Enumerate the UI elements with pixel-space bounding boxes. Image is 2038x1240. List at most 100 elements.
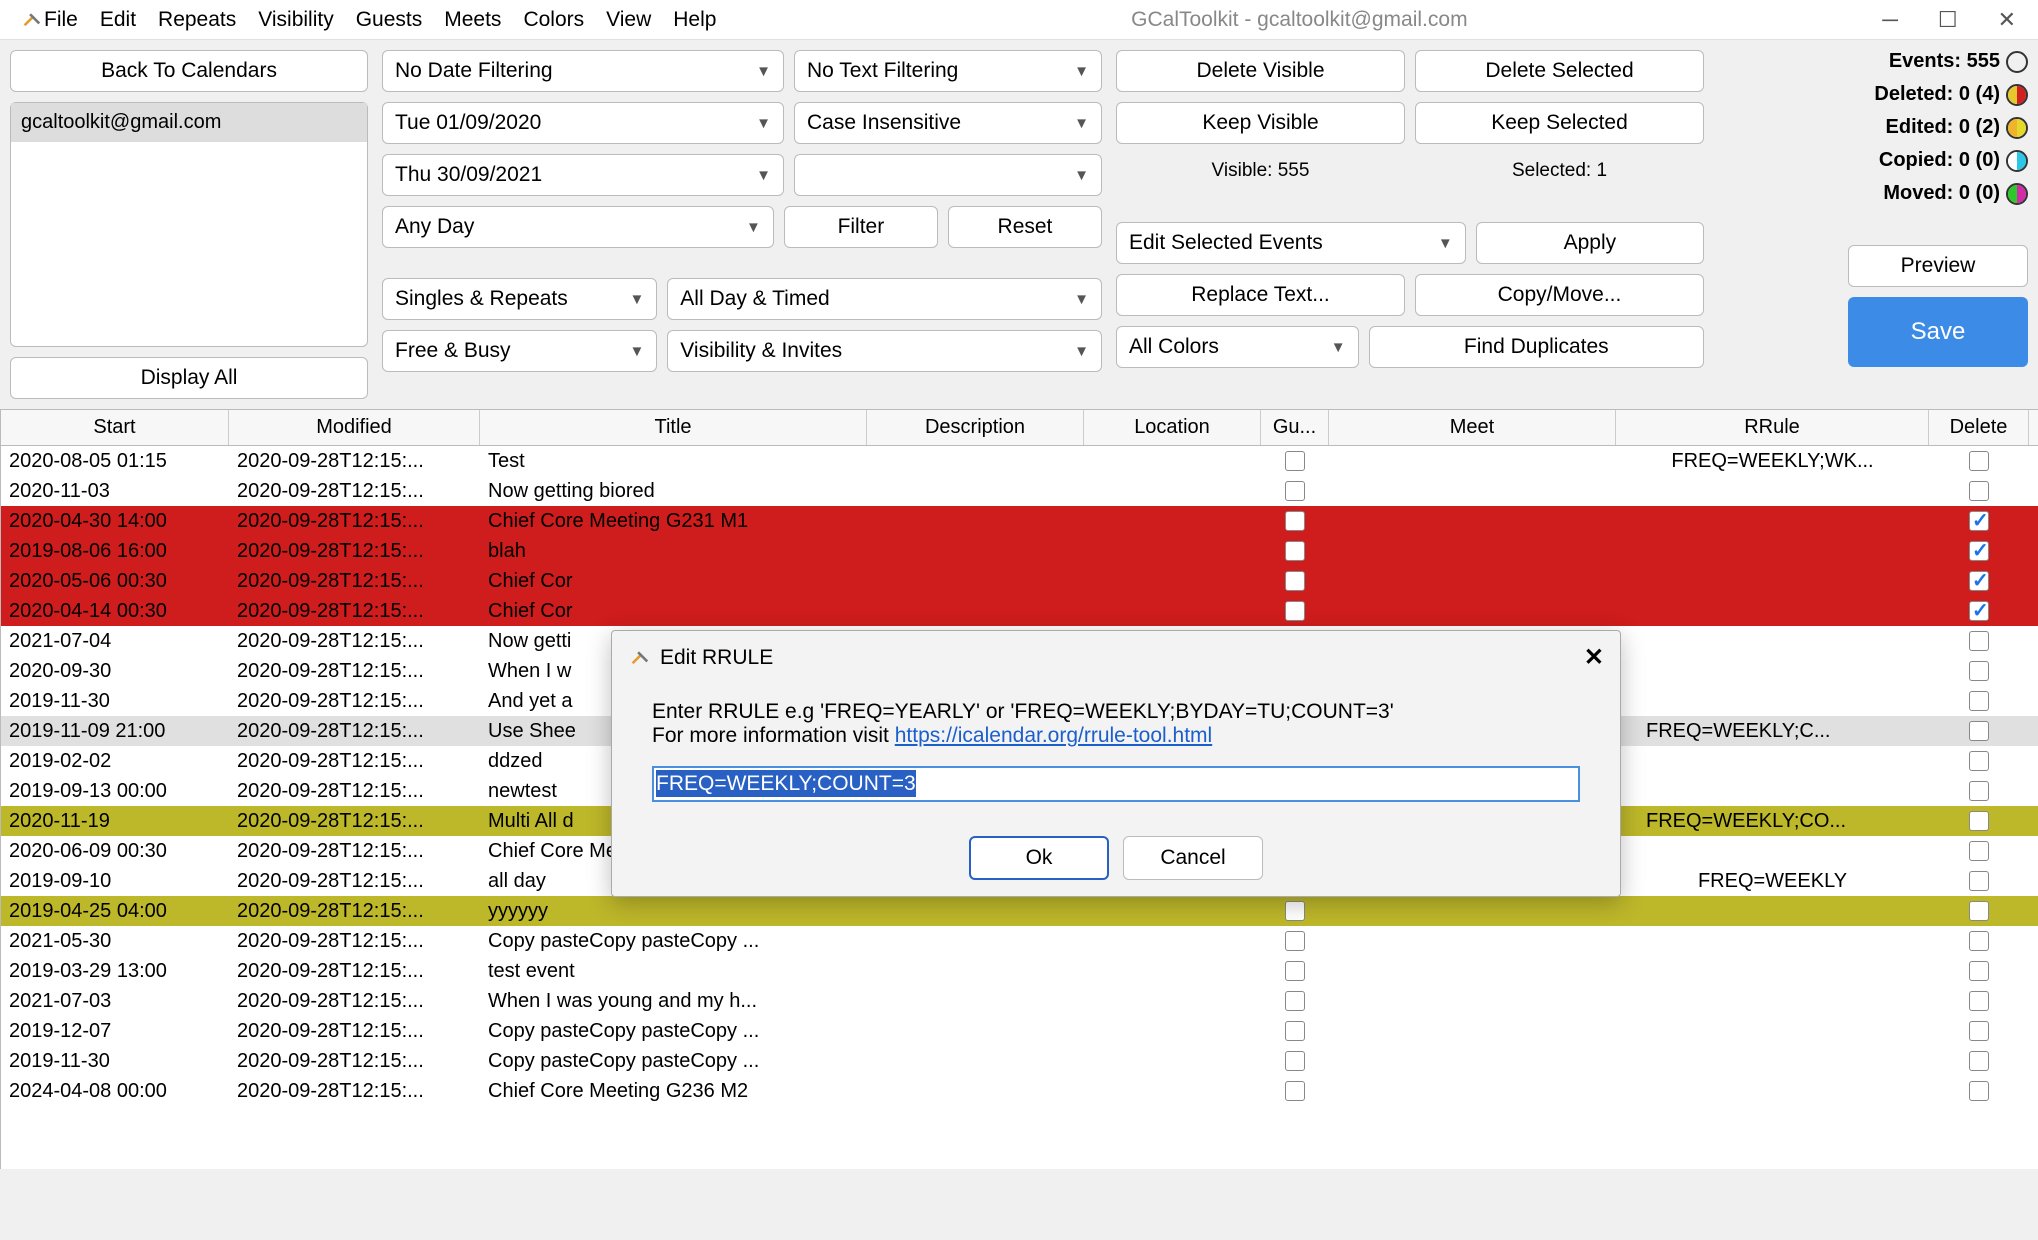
cell-delete[interactable] [1929,988,2029,1015]
menu-edit[interactable]: Edit [100,8,136,32]
delete-visible-button[interactable]: Delete Visible [1116,50,1405,92]
col-meet[interactable]: Meet [1329,410,1616,445]
table-row[interactable]: 2020-04-30 14:002020-09-28T12:15:...Chie… [1,506,2038,536]
col-location[interactable]: Location [1084,410,1261,445]
cell-delete[interactable] [1929,808,2029,835]
cell-delete[interactable] [1929,1018,2029,1045]
cell-guests[interactable] [1261,448,1329,475]
col-title[interactable]: Title [480,410,867,445]
rrule-input[interactable]: FREQ=WEEKLY;COUNT=3 [652,766,1580,802]
cell-guests[interactable] [1261,988,1329,1015]
table-row[interactable]: 2021-07-032020-09-28T12:15:...When I was… [1,986,2038,1016]
table-row[interactable]: 2019-08-06 16:002020-09-28T12:15:...blah [1,536,2038,566]
cell-delete[interactable] [1929,538,2029,565]
keep-visible-button[interactable]: Keep Visible [1116,102,1405,144]
calendar-item[interactable]: gcaltoolkit@gmail.com [11,103,367,142]
cell-guests[interactable] [1261,598,1329,625]
table-row[interactable]: 2019-04-25 04:002020-09-28T12:15:...yyyy… [1,896,2038,926]
cell-delete[interactable] [1929,748,2029,775]
all-colors-select[interactable]: All Colors▼ [1116,326,1359,368]
text-filter-select[interactable]: No Text Filtering▼ [794,50,1102,92]
cell-delete[interactable] [1929,718,2029,745]
cell-guests[interactable] [1261,958,1329,985]
table-row[interactable]: 2020-05-06 00:302020-09-28T12:15:...Chie… [1,566,2038,596]
end-date-select[interactable]: Thu 30/09/2021▼ [382,154,784,196]
cell-delete[interactable] [1929,958,2029,985]
text-value-select[interactable]: ▼ [794,154,1102,196]
cell-guests[interactable] [1261,568,1329,595]
apply-button[interactable]: Apply [1476,222,1704,264]
any-day-select[interactable]: Any Day▼ [382,206,774,248]
cell-delete[interactable] [1929,598,2029,625]
case-select[interactable]: Case Insensitive▼ [794,102,1102,144]
table-row[interactable]: 2020-08-05 01:152020-09-28T12:15:...Test… [1,446,2038,476]
col-description[interactable]: Description [867,410,1084,445]
col-rrule[interactable]: RRule [1616,410,1929,445]
delete-selected-button[interactable]: Delete Selected [1415,50,1704,92]
menu-visibility[interactable]: Visibility [258,8,333,32]
singles-repeats-select[interactable]: Singles & Repeats▼ [382,278,657,320]
find-duplicates-button[interactable]: Find Duplicates [1369,326,1704,368]
col-delete[interactable]: Delete [1929,410,2029,445]
col-guests[interactable]: Gu... [1261,410,1329,445]
visibility-invites-select[interactable]: Visibility & Invites▼ [667,330,1102,372]
menu-guests[interactable]: Guests [356,8,423,32]
cell-delete[interactable] [1929,628,2029,655]
free-busy-select[interactable]: Free & Busy▼ [382,330,657,372]
maximize-button[interactable]: ☐ [1938,7,1958,33]
cell-guests[interactable] [1261,538,1329,565]
preview-button[interactable]: Preview [1848,245,2028,287]
menu-colors[interactable]: Colors [523,8,584,32]
cell-delete[interactable] [1929,898,2029,925]
dialog-ok-button[interactable]: Ok [969,836,1109,880]
cell-guests[interactable] [1261,928,1329,955]
menu-help[interactable]: Help [673,8,716,32]
allday-timed-select[interactable]: All Day & Timed▼ [667,278,1102,320]
cell-delete[interactable] [1929,778,2029,805]
cell-delete[interactable] [1929,568,2029,595]
cell-delete[interactable] [1929,868,2029,895]
back-to-calendars-button[interactable]: Back To Calendars [10,50,368,92]
cell-delete[interactable] [1929,1048,2029,1075]
menu-file[interactable]: File [44,8,78,32]
cell-guests[interactable] [1261,1078,1329,1105]
date-filter-select[interactable]: No Date Filtering▼ [382,50,784,92]
table-row[interactable]: 2020-04-14 00:302020-09-28T12:15:...Chie… [1,596,2038,626]
cell-delete[interactable] [1929,448,2029,475]
cell-guests[interactable] [1261,1048,1329,1075]
replace-text-button[interactable]: Replace Text... [1116,274,1405,316]
cell-guests[interactable] [1261,478,1329,505]
cell-guests[interactable] [1261,898,1329,925]
col-modified[interactable]: Modified [229,410,480,445]
table-row[interactable]: 2020-11-032020-09-28T12:15:...Now gettin… [1,476,2038,506]
rrule-help-link[interactable]: https://icalendar.org/rrule-tool.html [895,724,1212,747]
copy-move-button[interactable]: Copy/Move... [1415,274,1704,316]
close-button[interactable]: ✕ [1998,7,2016,33]
table-row[interactable]: 2021-05-302020-09-28T12:15:...Copy paste… [1,926,2038,956]
dialog-close-button[interactable]: ✕ [1584,643,1604,672]
filter-button[interactable]: Filter [784,206,938,248]
calendar-list[interactable]: gcaltoolkit@gmail.com [10,102,368,347]
cell-guests[interactable] [1261,508,1329,535]
table-row[interactable]: 2019-03-29 13:002020-09-28T12:15:...test… [1,956,2038,986]
cell-delete[interactable] [1929,508,2029,535]
reset-button[interactable]: Reset [948,206,1102,248]
cell-delete[interactable] [1929,1078,2029,1105]
menu-view[interactable]: View [606,8,651,32]
cell-delete[interactable] [1929,658,2029,685]
cell-delete[interactable] [1929,688,2029,715]
table-row[interactable]: 2024-04-08 00:002020-09-28T12:15:...Chie… [1,1076,2038,1106]
table-row[interactable]: 2019-12-072020-09-28T12:15:...Copy paste… [1,1016,2038,1046]
menu-repeats[interactable]: Repeats [158,8,236,32]
table-row[interactable]: 2019-11-302020-09-28T12:15:...Copy paste… [1,1046,2038,1076]
cell-guests[interactable] [1261,1018,1329,1045]
save-button[interactable]: Save [1848,297,2028,367]
menu-meets[interactable]: Meets [444,8,501,32]
col-start[interactable]: Start [1,410,229,445]
display-all-button[interactable]: Display All [10,357,368,399]
start-date-select[interactable]: Tue 01/09/2020▼ [382,102,784,144]
dialog-cancel-button[interactable]: Cancel [1123,836,1263,880]
keep-selected-button[interactable]: Keep Selected [1415,102,1704,144]
cell-delete[interactable] [1929,478,2029,505]
cell-delete[interactable] [1929,928,2029,955]
